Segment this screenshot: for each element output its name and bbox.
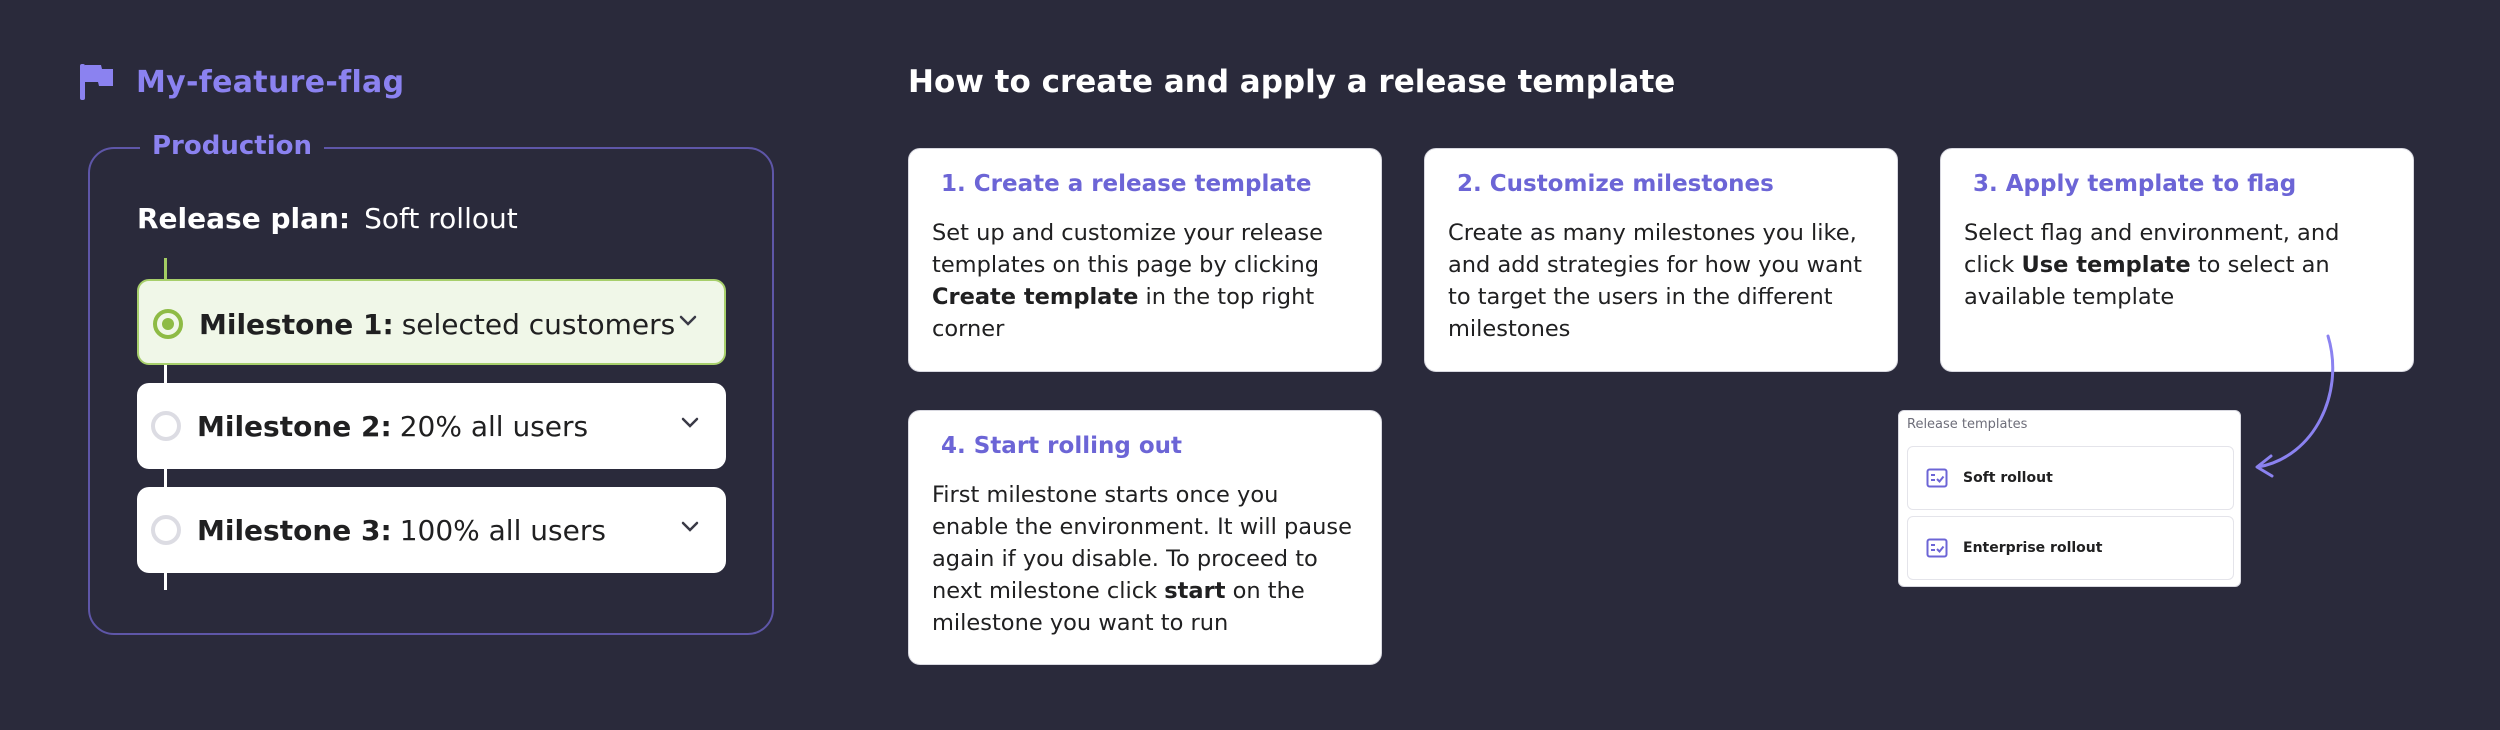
step-title: 3. Apply template to flag bbox=[1973, 171, 2297, 197]
step-body: Set up and customize your release templa… bbox=[932, 220, 1323, 342]
release-templates-preview: Release templates Soft rollout Enterpris… bbox=[1898, 410, 2241, 587]
milestone-description: 20% all users bbox=[399, 409, 589, 443]
release-plan-value: Soft rollout bbox=[364, 202, 518, 235]
step-card-4: 4. Start rolling out First milestone sta… bbox=[908, 410, 1382, 665]
milestone-indicator-icon bbox=[151, 515, 181, 545]
milestone-name: Milestone 2: bbox=[197, 409, 392, 443]
flag-name[interactable]: My-feature-flag bbox=[136, 65, 404, 100]
chevron-down-icon[interactable] bbox=[680, 520, 700, 534]
template-item-soft-rollout[interactable]: Soft rollout bbox=[1907, 446, 2234, 510]
template-icon bbox=[1926, 468, 1948, 488]
flag-icon bbox=[80, 64, 113, 100]
step-title: 1. Create a release template bbox=[941, 171, 1312, 197]
step-title: 2. Customize milestones bbox=[1457, 171, 1774, 197]
template-item-enterprise-rollout[interactable]: Enterprise rollout bbox=[1907, 516, 2234, 580]
template-name: Soft rollout bbox=[1963, 470, 2053, 486]
step-body: Select flag and environment, and click U… bbox=[1964, 220, 2340, 310]
flag-header: My-feature-flag bbox=[80, 64, 404, 100]
guide-title: How to create and apply a release templa… bbox=[908, 64, 1676, 100]
milestone-indicator-icon bbox=[151, 411, 181, 441]
release-plan-label: Release plan: bbox=[137, 202, 351, 235]
milestone-description: 100% all users bbox=[399, 513, 606, 547]
release-templates-title: Release templates bbox=[1907, 417, 2028, 432]
curved-arrow-icon bbox=[2255, 334, 2335, 478]
release-plan: Release plan: Soft rollout bbox=[137, 202, 518, 235]
milestone-name: Milestone 1: bbox=[199, 307, 394, 341]
step-body: Create as many milestones you like, and … bbox=[1448, 220, 1862, 342]
step-title: 4. Start rolling out bbox=[941, 433, 1182, 459]
template-icon bbox=[1926, 538, 1948, 558]
template-name: Enterprise rollout bbox=[1963, 540, 2103, 556]
milestone-active-indicator-icon bbox=[153, 309, 183, 339]
milestone-2[interactable]: Milestone 2: 20% all users bbox=[137, 383, 726, 469]
chevron-down-icon[interactable] bbox=[680, 416, 700, 430]
environment-label: Production bbox=[140, 131, 324, 161]
chevron-down-icon[interactable] bbox=[678, 314, 698, 328]
milestone-3[interactable]: Milestone 3: 100% all users bbox=[137, 487, 726, 573]
milestone-description: selected customers bbox=[401, 307, 676, 341]
step-card-2: 2. Customize milestones Create as many m… bbox=[1424, 148, 1898, 372]
step-body: First milestone starts once you enable t… bbox=[932, 482, 1352, 636]
milestone-1[interactable]: Milestone 1: selected customers bbox=[137, 279, 726, 365]
milestone-name: Milestone 3: bbox=[197, 513, 392, 547]
step-card-3: 3. Apply template to flag Select flag an… bbox=[1940, 148, 2414, 372]
step-card-1: 1. Create a release template Set up and … bbox=[908, 148, 1382, 372]
